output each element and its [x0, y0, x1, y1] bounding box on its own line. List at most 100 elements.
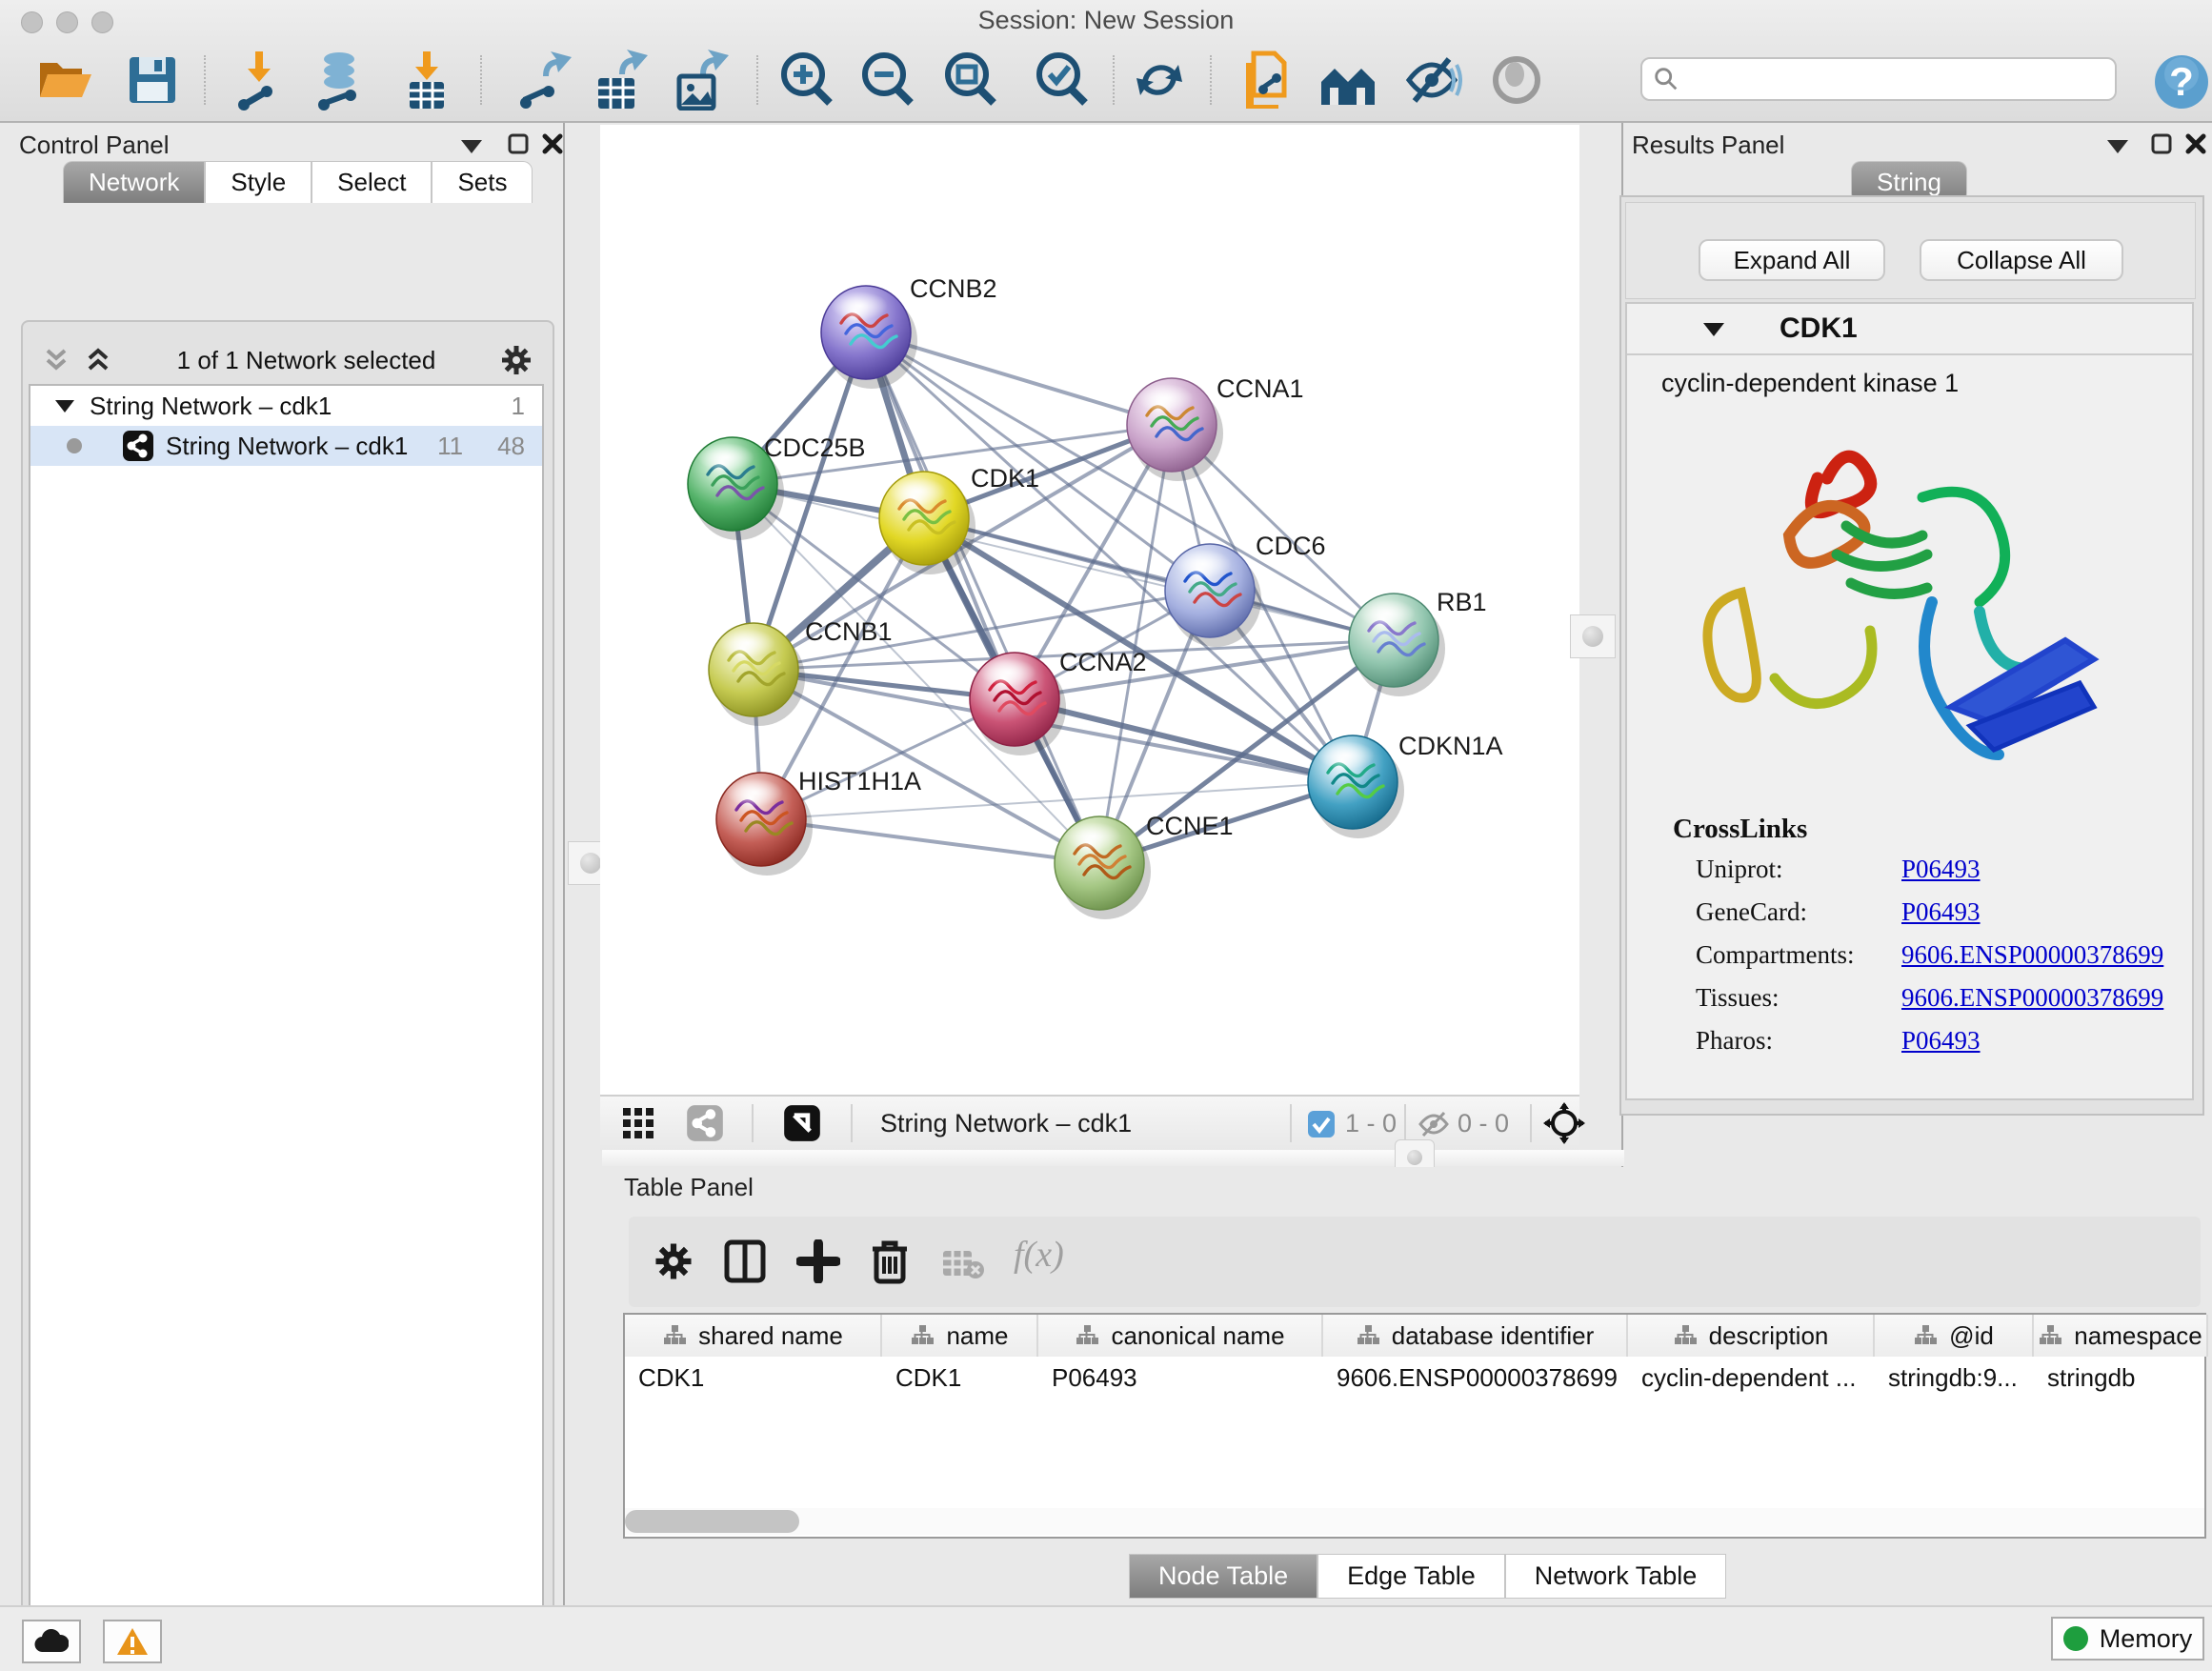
- zoom-in-icon[interactable]: [776, 50, 837, 111]
- table-cell[interactable]: stringdb:9...: [1875, 1359, 2034, 1397]
- close-panel-icon[interactable]: [2184, 132, 2207, 155]
- expand-all-button[interactable]: Expand All: [1699, 239, 1885, 281]
- network-graph[interactable]: CCNB2CCNA1CDC25BCDK1CDC6RB1CCNB1CCNA2CDK…: [600, 125, 1579, 1095]
- clone-network-icon[interactable]: [1235, 50, 1296, 111]
- crosslink-link[interactable]: P06493: [1901, 855, 1981, 884]
- crosslink-label: Tissues:: [1696, 983, 1901, 1013]
- crosslink-link[interactable]: 9606.ENSP00000378699: [1901, 940, 2163, 970]
- zoom-fit-icon[interactable]: [940, 50, 1001, 111]
- toolbar-separator: [1404, 1104, 1406, 1142]
- collapse-all-icon[interactable]: [42, 347, 70, 373]
- show-hide-icon[interactable]: [1401, 50, 1462, 111]
- collapse-all-button[interactable]: Collapse All: [1920, 239, 2123, 281]
- tab-sets[interactable]: Sets: [432, 161, 533, 203]
- zoom-out-icon[interactable]: [857, 50, 918, 111]
- table-options-gear-icon[interactable]: [654, 1241, 694, 1281]
- column-header-namespace[interactable]: namespace: [2034, 1315, 2208, 1357]
- grey-eye-icon[interactable]: [1486, 50, 1547, 111]
- column-header-database-identifier[interactable]: database identifier: [1323, 1315, 1628, 1357]
- right-splitter-grip[interactable]: [1570, 614, 1616, 658]
- window-chrome: Session: New Session ?: [0, 0, 2212, 123]
- node-CDC25B[interactable]: CDC25B: [688, 433, 866, 540]
- table-cell[interactable]: 9606.ENSP00000378699: [1323, 1359, 1628, 1397]
- save-session-icon[interactable]: [122, 50, 183, 111]
- import-table-icon[interactable]: [396, 50, 457, 111]
- float-panel-icon[interactable]: [459, 136, 484, 155]
- network-canvas[interactable]: CCNB2CCNA1CDC25BCDK1CDC6RB1CCNB1CCNA2CDK…: [600, 125, 1579, 1095]
- column-header-description[interactable]: description: [1628, 1315, 1875, 1357]
- open-file-icon[interactable]: [34, 50, 95, 111]
- cloud-button[interactable]: [22, 1620, 81, 1663]
- network-options-gear-icon[interactable]: [500, 344, 533, 376]
- tab-network[interactable]: Network: [63, 161, 205, 203]
- node-label-CCNE1: CCNE1: [1146, 812, 1234, 840]
- tab-select[interactable]: Select: [312, 161, 432, 203]
- node-CDC6[interactable]: CDC6: [1165, 532, 1326, 647]
- node-table[interactable]: shared namenamecanonical namedatabase id…: [623, 1313, 2206, 1539]
- gene-expander-icon[interactable]: [1701, 319, 1726, 338]
- table-cell[interactable]: CDK1: [625, 1359, 882, 1397]
- export-network-icon[interactable]: [511, 50, 572, 111]
- table-cell[interactable]: CDK1: [882, 1359, 1038, 1397]
- expand-all-icon[interactable]: [84, 347, 112, 373]
- export-image-icon[interactable]: [668, 50, 729, 111]
- undock-panel-icon[interactable]: [507, 132, 530, 155]
- close-panel-icon[interactable]: [541, 132, 564, 155]
- table-cell[interactable]: P06493: [1038, 1359, 1323, 1397]
- crosslinks-title: CrossLinks: [1627, 793, 2192, 845]
- refresh-layout-icon[interactable]: [1129, 50, 1190, 111]
- zoom-selected-icon[interactable]: [1032, 50, 1093, 111]
- column-header-name[interactable]: name: [882, 1315, 1038, 1357]
- memory-button[interactable]: Memory: [2051, 1617, 2204, 1661]
- application-window: Session: New Session ? Control Pa: [0, 0, 2212, 1671]
- table-cell[interactable]: cyclin-dependent ...: [1628, 1359, 1875, 1397]
- export-table-icon[interactable]: [587, 50, 648, 111]
- crosslink-link[interactable]: P06493: [1901, 1026, 1981, 1056]
- node-CCNA1[interactable]: CCNA1: [1127, 374, 1304, 481]
- column-header-canonical-name[interactable]: canonical name: [1038, 1315, 1323, 1357]
- column-header-shared-name[interactable]: shared name: [625, 1315, 882, 1357]
- tab-node-table[interactable]: Node Table: [1129, 1554, 1317, 1599]
- node-HIST1H1A[interactable]: HIST1H1A: [716, 767, 921, 876]
- collection-expander-icon[interactable]: [53, 397, 76, 414]
- import-network-file-icon[interactable]: [229, 50, 290, 111]
- network-tree-child-row[interactable]: String Network – cdk1 11 48: [30, 426, 542, 466]
- create-column-icon[interactable]: [796, 1239, 840, 1283]
- toolbar-separator: [851, 1104, 853, 1142]
- tab-edge-table[interactable]: Edge Table: [1317, 1554, 1505, 1599]
- node-CDKN1A[interactable]: CDKN1A: [1308, 732, 1503, 838]
- table-cell[interactable]: stringdb: [2034, 1359, 2208, 1397]
- node-label-CCNB1: CCNB1: [805, 617, 893, 646]
- undock-panel-icon[interactable]: [2150, 132, 2173, 155]
- crosslink-row: Pharos:P06493: [1696, 1026, 2192, 1056]
- crosslink-link[interactable]: 9606.ENSP00000378699: [1901, 983, 2163, 1013]
- scrollbar-thumb[interactable]: [625, 1510, 799, 1533]
- search-input[interactable]: [1640, 57, 2117, 101]
- tab-network-table[interactable]: Network Table: [1505, 1554, 1727, 1599]
- help-icon[interactable]: ?: [2151, 51, 2212, 112]
- warnings-button[interactable]: [103, 1620, 162, 1663]
- grid-view-icon[interactable]: [621, 1106, 655, 1140]
- table-horizontal-scrollbar[interactable]: [625, 1508, 2204, 1535]
- node-RB1[interactable]: RB1: [1349, 588, 1487, 696]
- fit-content-crosshair-icon[interactable]: [1543, 1102, 1585, 1144]
- delete-column-icon[interactable]: [869, 1238, 911, 1285]
- crosslink-link[interactable]: P06493: [1901, 897, 1981, 927]
- control-panel-title: Control Panel: [19, 131, 170, 160]
- first-neighbors-icon[interactable]: [1317, 50, 1378, 111]
- show-columns-icon[interactable]: [724, 1239, 766, 1283]
- gene-entry-header[interactable]: CDK1: [1627, 304, 2192, 355]
- node-label-CDK1: CDK1: [971, 464, 1039, 493]
- svg-text:?: ?: [2169, 59, 2194, 104]
- column-header--id[interactable]: @id: [1875, 1315, 2034, 1357]
- node-CCNB1[interactable]: CCNB1: [709, 617, 893, 726]
- float-panel-icon[interactable]: [2105, 136, 2130, 155]
- network-share-view-icon[interactable]: [686, 1104, 724, 1142]
- network-tree-root-row[interactable]: String Network – cdk1 1: [30, 386, 542, 426]
- selected-checkbox-icon[interactable]: [1307, 1110, 1336, 1138]
- tab-style[interactable]: Style: [205, 161, 312, 203]
- search-icon: [1652, 65, 1680, 93]
- import-network-database-icon[interactable]: [311, 50, 372, 111]
- node-CDK1[interactable]: CDK1: [879, 464, 1039, 574]
- birds-eye-view-icon[interactable]: [783, 1104, 821, 1142]
